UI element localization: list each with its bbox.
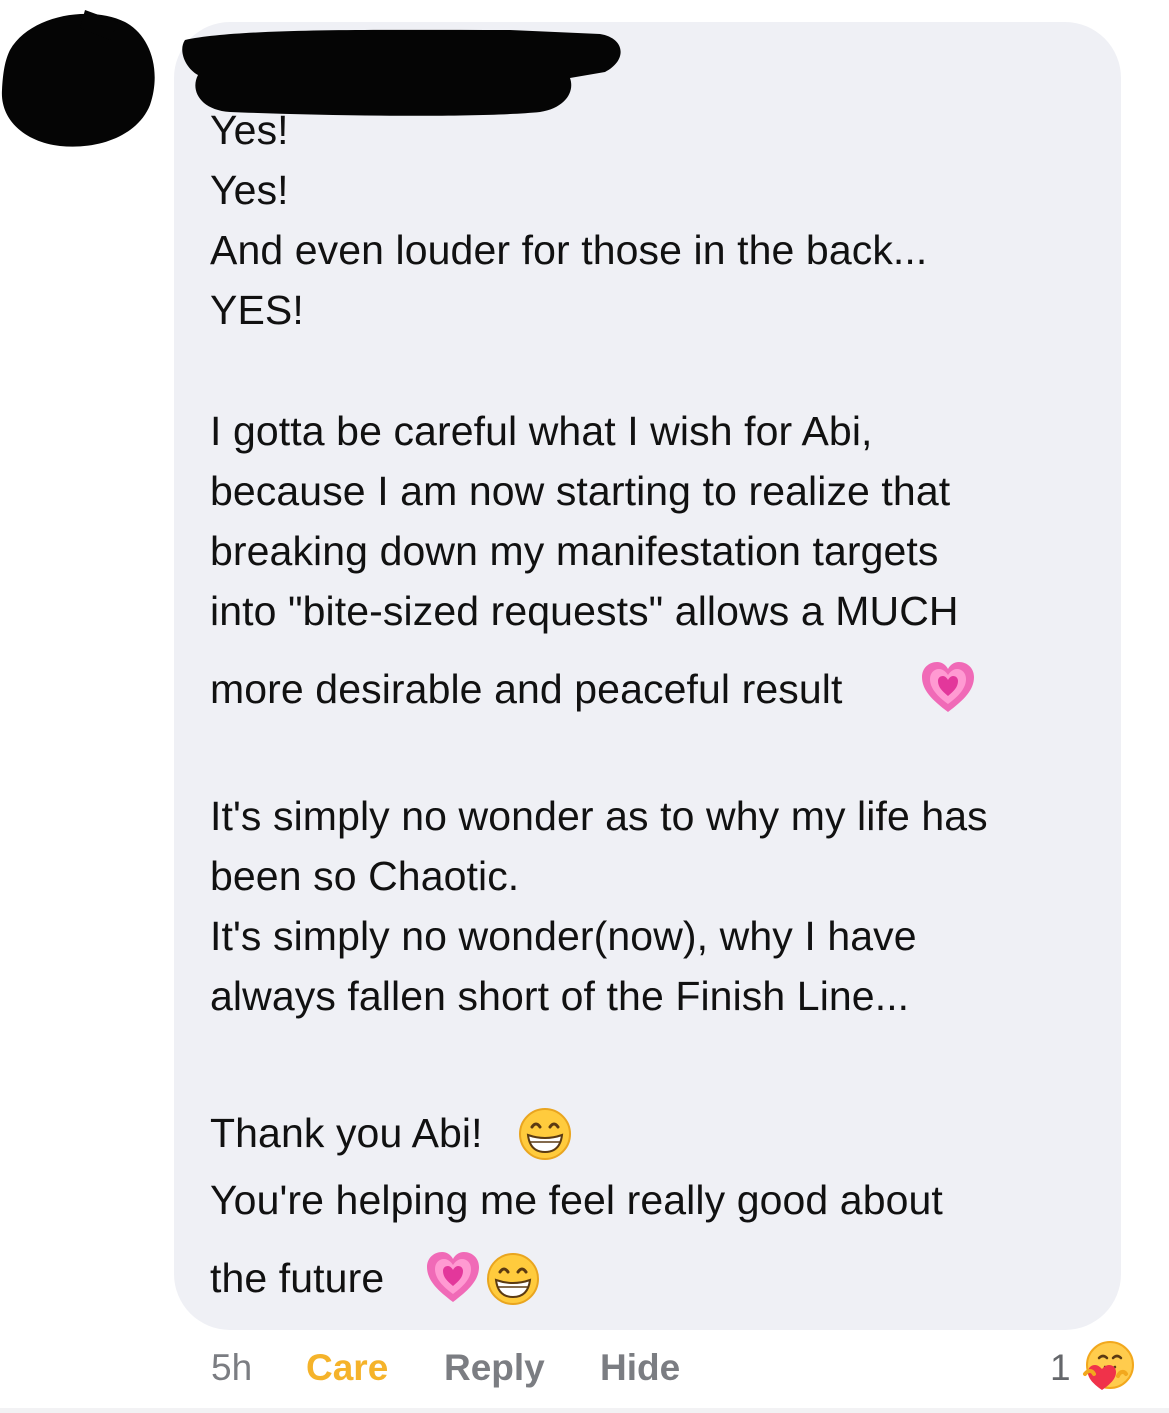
comment-line-13: always fallen short of the Finish Line..… xyxy=(210,973,910,1019)
comment-line-11: been so Chaotic. xyxy=(210,853,520,899)
comment-line-8: into "bite-sized requests" allows a MUCH xyxy=(210,588,959,634)
grinning-face-emoji xyxy=(519,1108,571,1160)
comment-line-14: Thank you Abi! xyxy=(210,1110,483,1156)
comment-timestamp[interactable]: 5h xyxy=(211,1349,252,1386)
comment-line-1: Yes! xyxy=(210,107,289,153)
comment-line-10: It's simply no wonder as to why my life … xyxy=(210,793,988,839)
comment-line-7: breaking down my manifestation targets xyxy=(210,528,939,574)
care-reaction-button[interactable]: Care xyxy=(306,1349,388,1386)
avatar[interactable] xyxy=(0,10,160,148)
reaction-count[interactable]: 1 xyxy=(1050,1349,1071,1386)
growing-heart-emoji xyxy=(427,1252,479,1302)
comment-line-4: YES! xyxy=(210,287,304,333)
comment-line-3: And even louder for those in the back... xyxy=(210,227,928,273)
grinning-face-emoji xyxy=(487,1253,539,1305)
care-reaction-icon[interactable] xyxy=(1082,1340,1136,1394)
growing-heart-emoji xyxy=(922,662,974,712)
comment-line-15: You're helping me feel really good about xyxy=(210,1177,943,1223)
comment-line-6: because I am now starting to realize tha… xyxy=(210,468,951,514)
comment-line-5: I gotta be careful what I wish for Abi, xyxy=(210,408,873,454)
hide-button[interactable]: Hide xyxy=(600,1349,680,1386)
divider xyxy=(0,1408,1169,1413)
name-redaction xyxy=(182,29,621,116)
reply-button[interactable]: Reply xyxy=(444,1349,545,1386)
comment-line-2: Yes! xyxy=(210,167,289,213)
comment-line-12: It's simply no wonder(now), why I have xyxy=(210,913,917,959)
comment-line-16: the future xyxy=(210,1255,385,1301)
comment-line-9: more desirable and peaceful result xyxy=(210,666,843,712)
